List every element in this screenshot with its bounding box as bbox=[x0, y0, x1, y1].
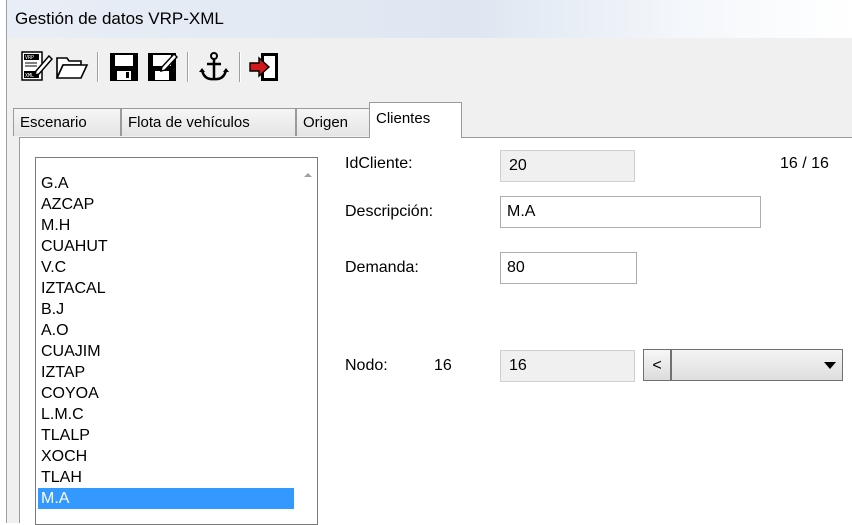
client-list-item[interactable]: IZTAP bbox=[38, 362, 294, 383]
window-title: Gestión de datos VRP-XML bbox=[15, 9, 224, 28]
xml-edit-button[interactable]: VRP XML bbox=[19, 50, 53, 84]
client-list-item[interactable]: TLAH bbox=[38, 467, 294, 488]
toolbar-separator bbox=[239, 52, 241, 82]
nodo-field: 16 bbox=[500, 350, 635, 382]
demanda-label: Demanda: bbox=[345, 259, 419, 276]
svg-text:XML: XML bbox=[25, 73, 34, 79]
exit-button[interactable] bbox=[247, 50, 281, 84]
id-cliente-field: 20 bbox=[500, 150, 635, 182]
toolbar: VRP XML bbox=[7, 40, 852, 96]
client-list-item[interactable]: A.O bbox=[38, 320, 294, 341]
node-combobox[interactable] bbox=[671, 349, 843, 381]
xml-edit-icon: VRP XML bbox=[21, 51, 53, 81]
save-icon bbox=[110, 53, 138, 81]
save-as-icon bbox=[148, 52, 178, 81]
client-list-item[interactable]: V.C bbox=[38, 257, 294, 278]
client-list-item[interactable]: M.H bbox=[38, 215, 294, 236]
nodo-number: 16 bbox=[434, 357, 452, 374]
anchor-button[interactable] bbox=[197, 50, 231, 84]
save-button[interactable] bbox=[107, 50, 141, 84]
clients-listbox[interactable]: G.A AZCAP M.H CUAHUT V.C IZTACAL B.J A.O CUAJIM I… bbox=[35, 157, 318, 525]
client-list-item[interactable]: AZCAP bbox=[38, 194, 294, 215]
tab-origen[interactable]: Origen bbox=[296, 108, 370, 136]
client-list-item[interactable]: XOCH bbox=[38, 446, 294, 467]
folder-open-icon bbox=[55, 57, 89, 79]
svg-text:VRP: VRP bbox=[25, 55, 34, 61]
tab-flota-de-vehiculos[interactable]: Flota de vehículos bbox=[121, 108, 296, 136]
scroll-up-arrow-icon[interactable] bbox=[303, 170, 313, 180]
tab-strip: Escenario Flota de vehículos Origen Clie… bbox=[13, 102, 849, 138]
node-prev-button[interactable]: < bbox=[643, 349, 671, 381]
title-bar: Gestión de datos VRP-XML bbox=[7, 0, 852, 38]
client-list-item[interactable]: L.M.C bbox=[38, 404, 294, 425]
save-as-button[interactable] bbox=[145, 50, 179, 84]
descripcion-input[interactable] bbox=[500, 196, 761, 228]
tab-escenario[interactable]: Escenario bbox=[13, 108, 121, 136]
tab-clientes[interactable]: Clientes bbox=[369, 102, 462, 138]
record-counter: 16 / 16 bbox=[780, 155, 829, 172]
clientes-panel: G.A AZCAP M.H CUAHUT V.C IZTACAL B.J A.O CUAJIM I… bbox=[19, 137, 852, 525]
nodo-label: Nodo: bbox=[345, 357, 388, 374]
open-button[interactable] bbox=[55, 50, 89, 84]
client-list-item[interactable]: TLALP bbox=[38, 425, 294, 446]
app-window: Gestión de datos VRP-XML VRP XML Escenar… bbox=[6, 0, 852, 525]
client-list-item[interactable]: COYOA bbox=[38, 383, 294, 404]
client-list-item[interactable]: CUAHUT bbox=[38, 236, 294, 257]
client-list-item[interactable]: B.J bbox=[38, 299, 294, 320]
descripcion-label: Descripción: bbox=[345, 203, 434, 220]
client-list-item[interactable]: CUAJIM bbox=[38, 341, 294, 362]
client-list-item[interactable]: G.A bbox=[38, 173, 294, 194]
toolbar-separator bbox=[187, 52, 189, 82]
toolbar-separator bbox=[97, 52, 99, 82]
client-list-item[interactable]: M.A bbox=[38, 488, 294, 509]
anchor-icon bbox=[199, 52, 229, 81]
exit-icon bbox=[249, 53, 278, 81]
chevron-down-icon[interactable] bbox=[824, 362, 836, 369]
client-list-item[interactable]: IZTACAL bbox=[38, 278, 294, 299]
id-cliente-label: IdCliente: bbox=[345, 155, 413, 172]
demanda-input[interactable] bbox=[500, 252, 637, 284]
